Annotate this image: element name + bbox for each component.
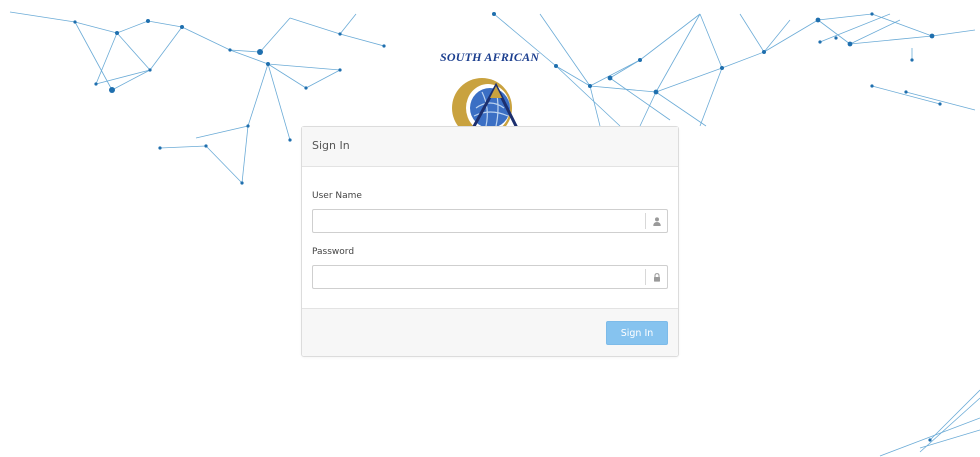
globe-mountain-emblem-icon [452, 78, 521, 134]
password-label: Password [312, 247, 355, 257]
panel-footer: Sign In [302, 308, 678, 356]
panel-header: Sign In [302, 127, 678, 167]
user-icon [645, 213, 667, 229]
panel-title: Sign In [312, 139, 350, 152]
company-logo: SOUTH AFRICAN [430, 44, 560, 134]
lock-icon [645, 269, 667, 285]
logo-text: SOUTH AFRICAN [440, 50, 540, 64]
username-input[interactable] [313, 211, 647, 234]
sign-in-panel: Sign In User Name Password Sign In [301, 126, 679, 357]
sign-in-form: User Name Password [302, 191, 678, 290]
password-input[interactable] [313, 267, 647, 290]
password-field-group [312, 265, 668, 290]
username-label: User Name [312, 191, 362, 201]
sign-in-button[interactable]: Sign In [606, 321, 668, 345]
username-field-group [312, 209, 668, 234]
